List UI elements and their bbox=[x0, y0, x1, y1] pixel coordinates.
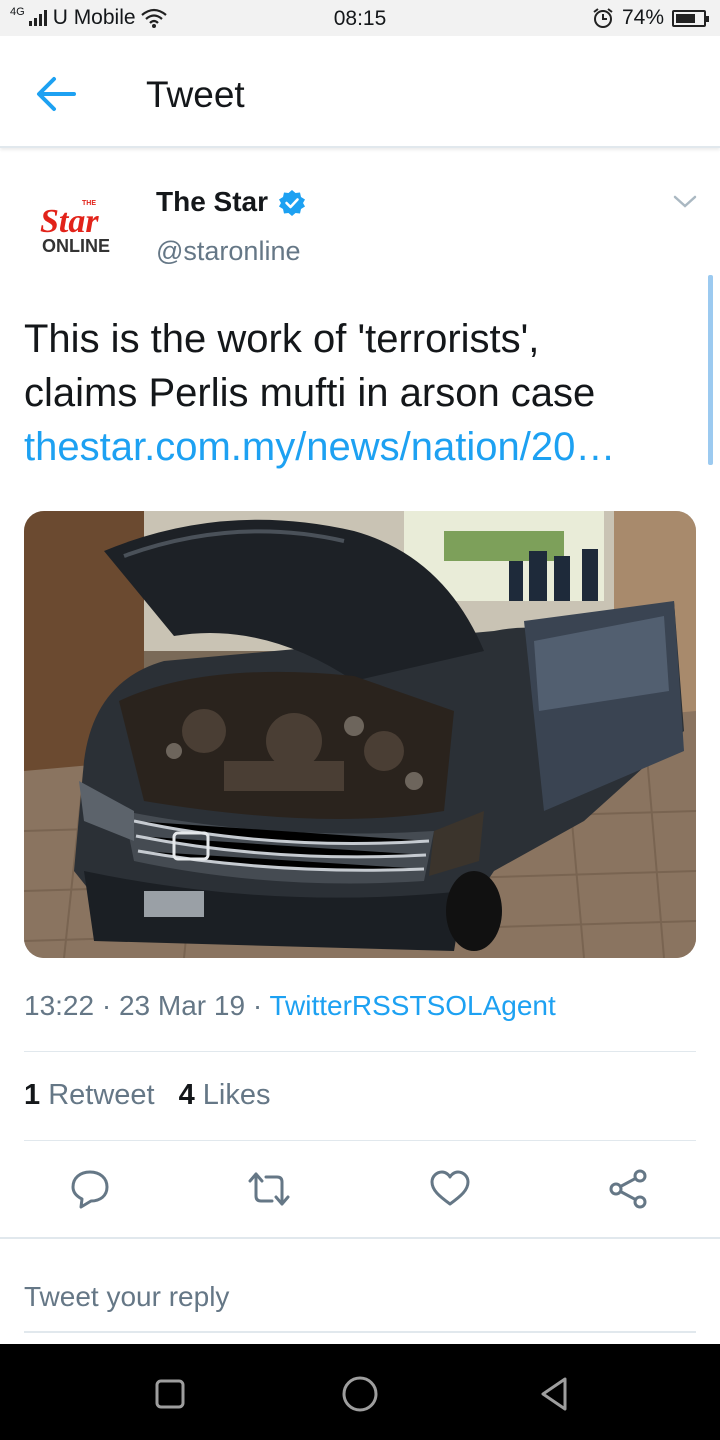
recents-icon[interactable] bbox=[150, 1374, 190, 1414]
share-icon[interactable] bbox=[607, 1168, 649, 1210]
retweet-stat[interactable]: 1 Retweet bbox=[24, 1079, 155, 1112]
retweet-count: 1 bbox=[24, 1079, 41, 1111]
page-title: Tweet bbox=[146, 74, 245, 115]
likes-label: Likes bbox=[202, 1079, 271, 1111]
alarm-icon bbox=[593, 8, 613, 28]
system-nav-bar bbox=[0, 1344, 720, 1440]
meta-separator: · bbox=[101, 990, 119, 1021]
avatar[interactable]: THE Star ONLINE bbox=[32, 188, 128, 264]
battery-icon bbox=[672, 9, 709, 27]
divider bbox=[24, 1051, 696, 1052]
battery-percent: 74% bbox=[621, 6, 664, 29]
chevron-down-icon[interactable] bbox=[672, 192, 698, 212]
tweet-text: This is the work of 'terrorists', claims… bbox=[24, 312, 692, 474]
tweet-image[interactable] bbox=[24, 511, 696, 958]
tweet-source-link[interactable]: TwitterRSSTSOLAgent bbox=[269, 990, 555, 1021]
back-nav-icon[interactable] bbox=[535, 1374, 575, 1414]
tweet-stats: 1 Retweet 4 Likes bbox=[24, 1079, 271, 1112]
heart-icon[interactable] bbox=[429, 1168, 471, 1210]
tweet-meta: 13:22 · 23 Mar 19 · TwitterRSSTSOLAgent bbox=[24, 990, 556, 1022]
tweet-text-line: This is the work of 'terrorists', bbox=[24, 317, 540, 361]
reply-input[interactable]: Tweet your reply bbox=[24, 1281, 229, 1313]
tweet-date: 23 Mar 19 bbox=[118, 990, 246, 1021]
retweet-label: Retweet bbox=[48, 1079, 155, 1111]
reply-icon[interactable] bbox=[69, 1168, 111, 1210]
divider bbox=[24, 1140, 696, 1141]
author-name[interactable]: The Star bbox=[156, 186, 268, 218]
scrollbar[interactable] bbox=[708, 275, 713, 465]
status-bar: 4G U Mobile 08:15 74% bbox=[0, 0, 720, 36]
logo-online: ONLINE bbox=[42, 236, 110, 256]
likes-stat[interactable]: 4 Likes bbox=[179, 1079, 271, 1112]
meta-separator: · bbox=[252, 990, 270, 1021]
home-icon[interactable] bbox=[340, 1374, 380, 1414]
author-handle[interactable]: @staronline bbox=[156, 236, 300, 267]
divider bbox=[0, 1237, 720, 1239]
reply-underline bbox=[24, 1331, 696, 1333]
logo-star: Star bbox=[40, 203, 99, 240]
verified-badge-icon bbox=[279, 190, 305, 216]
tweet-actions bbox=[0, 1162, 720, 1218]
retweet-icon[interactable] bbox=[248, 1168, 290, 1210]
arrow-left-icon[interactable] bbox=[34, 74, 78, 114]
app-bar: Tweet bbox=[0, 36, 720, 148]
tweet-text-line: claims Perlis mufti in arson case bbox=[24, 371, 596, 415]
tweet-link[interactable]: thestar.com.my/news/nation/20… bbox=[24, 420, 692, 474]
likes-count: 4 bbox=[178, 1079, 195, 1111]
tweet-time: 13:22 bbox=[24, 990, 95, 1021]
status-right: 74% bbox=[592, 6, 709, 30]
